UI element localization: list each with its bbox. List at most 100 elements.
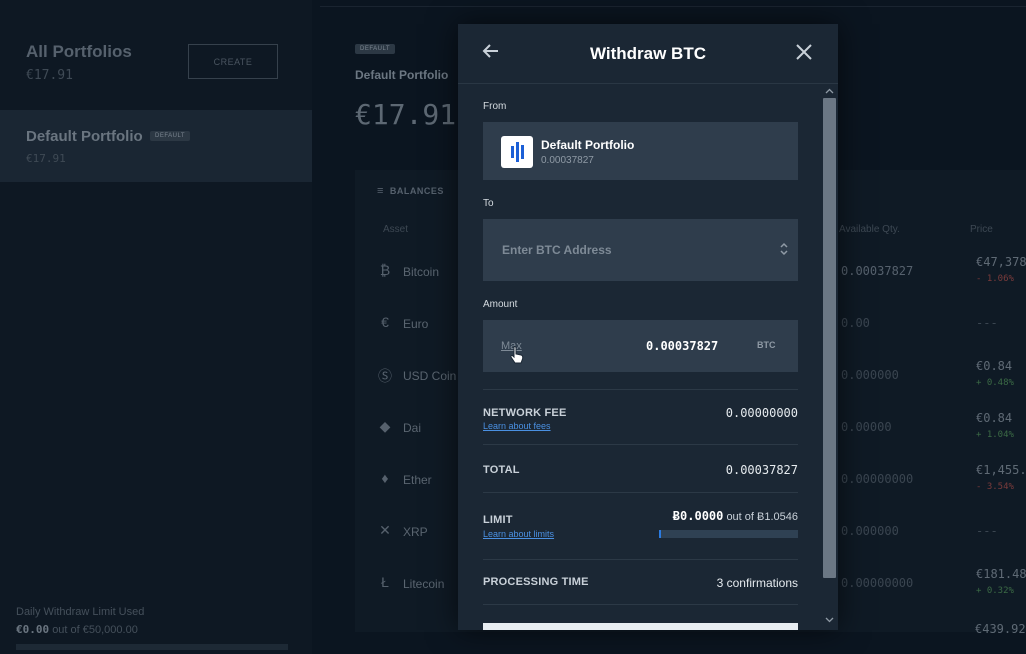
limit-value: Ƀ0.0000 out of Ƀ1.0546 — [673, 509, 798, 523]
litecoin-icon: Ł — [381, 574, 389, 590]
divider — [483, 604, 798, 605]
divider — [483, 492, 798, 493]
default-portfolio-value: €17.91 — [26, 152, 66, 165]
network-fee-label: NETWORK FEE — [483, 407, 567, 419]
asset-qty: 0.000000 — [841, 524, 899, 538]
learn-about-limits-link[interactable]: Learn about limits — [483, 529, 554, 539]
learn-about-fees-link[interactable]: Learn about fees — [483, 421, 551, 431]
asset-change: + 0.48% — [976, 378, 1014, 388]
divider — [483, 444, 798, 445]
from-portfolio-balance: 0.00037827 — [541, 155, 594, 166]
all-portfolios-title: All Portfolios — [26, 42, 132, 61]
hand-cursor-icon — [510, 346, 524, 364]
modal-body: From Default Portfolio 0.00037827 To Ent… — [458, 84, 821, 630]
bitcoin-icon: ₿ — [379, 262, 391, 278]
portfolio-logo-icon — [501, 136, 533, 168]
daily-limit-used: €0.00 — [16, 623, 50, 636]
asset-price: €181.48 — [976, 567, 1026, 581]
modal-header: Withdraw BTC — [458, 24, 838, 84]
xrp-icon: ✕ — [379, 522, 391, 538]
limit-progress-fill — [659, 530, 661, 538]
portfolio-value: €17.91 — [355, 98, 457, 131]
asset-qty: 0.00 — [841, 316, 870, 330]
balances-label: BALANCES — [389, 186, 444, 196]
sort-arrows-icon — [780, 242, 788, 256]
modal-scrollbar[interactable] — [821, 84, 838, 630]
asset-price: €47,378 — [976, 255, 1026, 269]
asset-qty: 0.00037827 — [841, 264, 914, 278]
from-portfolio-select[interactable]: Default Portfolio 0.00037827 — [483, 122, 798, 180]
column-header-asset: Asset — [383, 224, 409, 235]
asset-change: + 0.32% — [976, 586, 1014, 596]
continue-button[interactable] — [483, 623, 798, 630]
modal-title: Withdraw BTC — [589, 44, 706, 63]
asset-name: XRP — [403, 525, 428, 539]
usd-coin-icon: Ⓢ — [378, 368, 392, 384]
list-icon: ≡ — [377, 185, 384, 197]
asset-name: Dai — [403, 421, 422, 435]
asset-price: €1,455. — [976, 463, 1026, 477]
all-portfolios-value: €17.91 — [26, 68, 73, 83]
scroll-up-icon[interactable] — [825, 87, 834, 96]
scroll-down-icon[interactable] — [825, 615, 834, 624]
default-badge: DEFAULT — [150, 131, 191, 141]
btc-address-input[interactable]: Enter BTC Address — [483, 219, 798, 281]
asset-price: €0.84 — [976, 411, 1013, 425]
asset-price: --- — [976, 316, 998, 330]
asset-change: - 1.06% — [976, 274, 1014, 284]
daily-limit-label: Daily Withdraw Limit Used — [16, 606, 145, 618]
amount-value: 0.00037827 — [646, 339, 719, 353]
processing-time-label: PROCESSING TIME — [483, 576, 589, 588]
limit-label: LIMIT — [483, 514, 513, 526]
asset-qty: 0.00000000 — [841, 576, 914, 590]
asset-name: Euro — [403, 317, 429, 331]
amount-currency: BTC — [757, 340, 776, 350]
column-header-price: Price — [970, 224, 993, 235]
portfolio-default-badge: DEFAULT — [355, 44, 396, 54]
asset-price: --- — [976, 524, 998, 538]
total-label: TOTAL — [483, 464, 520, 476]
from-label: From — [483, 101, 507, 112]
asset-name: Bitcoin — [403, 265, 440, 279]
limit-total: out of Ƀ1.0546 — [726, 511, 798, 523]
header-divider — [320, 6, 1026, 7]
all-portfolios-item[interactable]: All Portfolios €17.91 — [26, 42, 132, 83]
column-header-available: Available Qty. — [839, 224, 900, 235]
network-fee-value: 0.00000000 — [725, 406, 798, 420]
daily-limit-rest: out of €50,000.00 — [52, 624, 138, 636]
portfolio-sidebar: All Portfolios €17.91 CREATE Default Por… — [0, 0, 312, 654]
asset-name: Ether — [403, 473, 432, 487]
dai-icon: ◆ — [379, 418, 391, 434]
daily-limit-value: €0.00 out of €50,000.00 — [16, 623, 144, 636]
limit-used: Ƀ0.0000 — [672, 509, 724, 523]
balances-header: ≡ BALANCES — [377, 185, 444, 197]
partial-row-price: €439.92 — [975, 622, 1026, 636]
portfolio-title: Default Portfolio — [355, 68, 449, 82]
euro-icon: € — [381, 314, 389, 330]
asset-qty: 0.00000 — [841, 420, 892, 434]
processing-time-value: 3 confirmations — [716, 576, 798, 590]
divider — [483, 559, 798, 560]
asset-name: Litecoin — [403, 577, 445, 591]
asset-qty: 0.000000 — [841, 368, 899, 382]
ether-icon: ♦ — [381, 470, 389, 486]
sidebar-item-default-portfolio[interactable]: Default Portfolio DEFAULT €17.91 — [0, 110, 312, 182]
withdraw-modal: Withdraw BTC From Default Portfolio 0.00… — [458, 24, 838, 630]
amount-input[interactable]: Max 0.00037827 BTC — [483, 320, 798, 372]
asset-change: - 3.54% — [976, 482, 1014, 492]
limit-progress-bar — [659, 530, 798, 538]
asset-name: USD Coin — [403, 369, 457, 383]
default-portfolio-name: Default Portfolio — [26, 128, 143, 145]
create-portfolio-button[interactable]: CREATE — [188, 44, 278, 79]
daily-limit-bar — [16, 644, 288, 650]
from-portfolio-name: Default Portfolio — [541, 138, 635, 152]
to-label: To — [483, 198, 494, 209]
asset-price: €0.84 — [976, 359, 1013, 373]
amount-label: Amount — [483, 299, 518, 310]
divider — [483, 389, 798, 390]
btc-address-placeholder: Enter BTC Address — [502, 243, 612, 257]
daily-withdraw-limit: Daily Withdraw Limit Used €0.00 out of €… — [16, 606, 144, 636]
scrollbar-thumb[interactable] — [823, 98, 836, 578]
close-icon[interactable] — [795, 43, 813, 61]
total-value: 0.00037827 — [725, 463, 798, 477]
